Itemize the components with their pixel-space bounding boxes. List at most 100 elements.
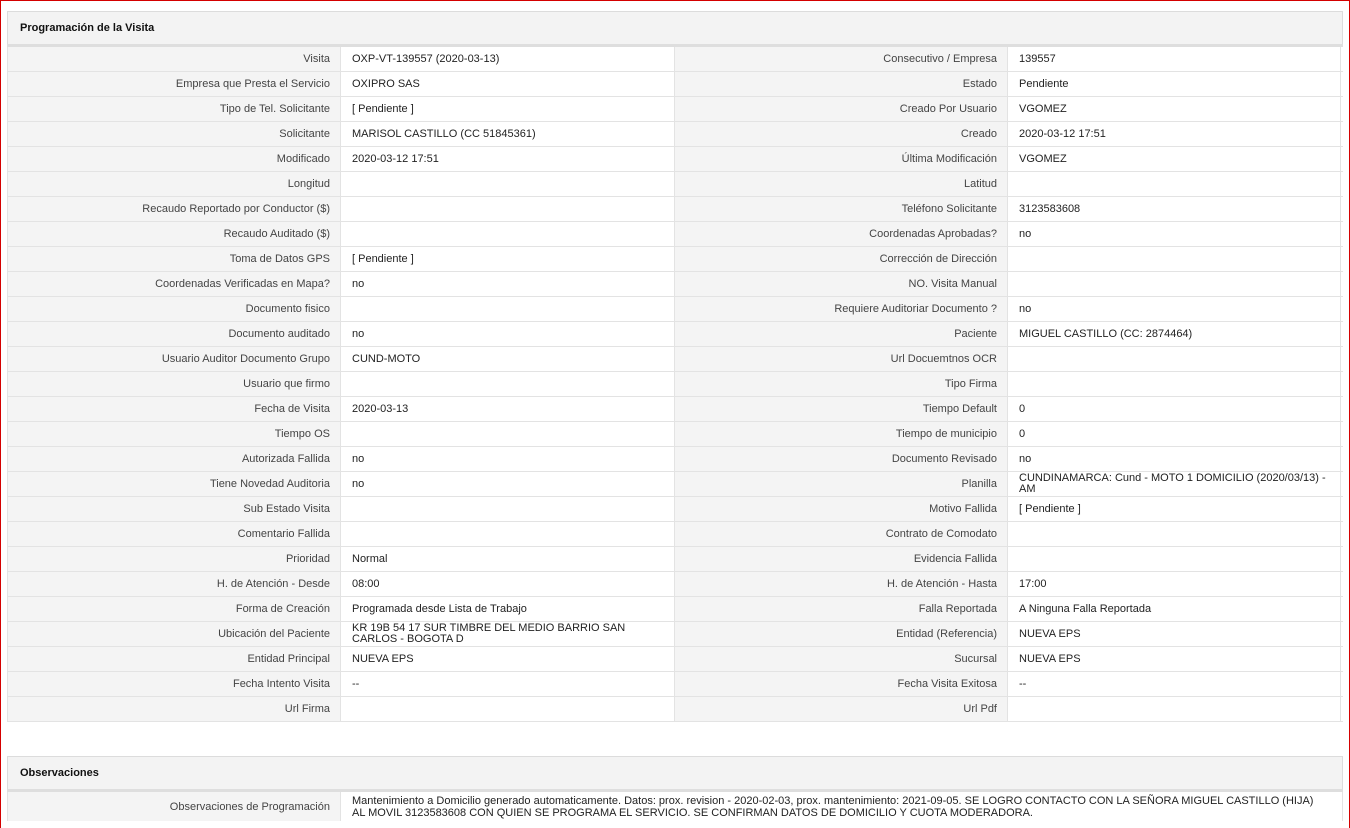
field-value: 08:00 [340, 572, 674, 596]
field-value: no [1007, 222, 1341, 246]
field-value: CUNDINAMARCA: Cund - MOTO 1 DOMICILIO (2… [1007, 472, 1341, 496]
field-label: Tipo Firma [674, 372, 1007, 396]
field-label: Modificado [7, 147, 340, 171]
table-row: Recaudo Auditado ($) Coordenadas Aprobada… [7, 222, 1343, 247]
field-label: NO. Visita Manual [674, 272, 1007, 296]
field-value: 2020-03-12 17:51 [1007, 122, 1341, 146]
table-row: Tiene Novedad Auditoria no Planilla CUNDIN… [7, 472, 1343, 497]
table-row: Recaudo Reportado por Conductor ($) Teléf… [7, 197, 1343, 222]
field-label: Tipo de Tel. Solicitante [7, 97, 340, 121]
field-label: Coordenadas Aprobadas? [674, 222, 1007, 246]
field-value: 139557 [1007, 47, 1341, 71]
field-value: no [340, 322, 674, 346]
field-label: Prioridad [7, 547, 340, 571]
field-label: Fecha Visita Exitosa [674, 672, 1007, 696]
field-label: Fecha Intento Visita [7, 672, 340, 696]
programacion-section: Programación de la Visita Visita OXP-VT-1… [7, 11, 1343, 722]
field-label: Entidad Principal [7, 647, 340, 671]
field-value: no [340, 472, 674, 496]
table-row: Ubicación del Paciente KR 19B 54 17 SUR T… [7, 622, 1343, 647]
table-row: Entidad Principal NUEVA EPS Sucursal NUEVA … [7, 647, 1343, 672]
field-label: Planilla [674, 472, 1007, 496]
field-label: Contrato de Comodato [674, 522, 1007, 546]
table-row: Tipo de Tel. Solicitante[ Pendiente ] Cre… [7, 97, 1343, 122]
field-label: Visita [7, 47, 340, 71]
field-value: Normal [340, 547, 674, 571]
field-label: Toma de Datos GPS [7, 247, 340, 271]
field-label: H. de Atención - Desde [7, 572, 340, 596]
field-value [340, 497, 674, 521]
field-value [340, 372, 674, 396]
field-label: Url Pdf [674, 697, 1007, 721]
field-label: Recaudo Reportado por Conductor ($) [7, 197, 340, 221]
programacion-table: Visita OXP-VT-139557 (2020-03-13) Consecut… [7, 47, 1343, 722]
observaciones-title: Observaciones [7, 756, 1343, 789]
field-value: MIGUEL CASTILLO (CC: 2874464) [1007, 322, 1341, 346]
table-row: Usuario que firmo Tipo Firma [7, 372, 1343, 397]
field-label: Motivo Fallida [674, 497, 1007, 521]
field-value: 17:00 [1007, 572, 1341, 596]
field-value [1007, 172, 1341, 196]
field-label: Creado Por Usuario [674, 97, 1007, 121]
field-label: Comentario Fallida [7, 522, 340, 546]
table-row: Usuario Auditor Documento Grupo CUND-MOTO… [7, 347, 1343, 372]
observaciones-row: Observaciones de Programación Mantenimie… [7, 792, 1343, 821]
field-value: NUEVA EPS [1007, 622, 1341, 646]
field-value: 0 [1007, 397, 1341, 421]
table-row: Solicitante MARISOL CASTILLO (CC 51845361… [7, 122, 1343, 147]
field-label: Sub Estado Visita [7, 497, 340, 521]
field-label: Fecha de Visita [7, 397, 340, 421]
field-label: Documento fisico [7, 297, 340, 321]
field-label: Usuario Auditor Documento Grupo [7, 347, 340, 371]
field-value [340, 197, 674, 221]
observaciones-section: Observaciones Observaciones de Programac… [7, 756, 1343, 821]
observaciones-value: Mantenimiento a Domicilio generado autom… [340, 792, 1343, 821]
table-row: Autorizada Fallida no Documento Revisado … [7, 447, 1343, 472]
field-label: Coordenadas Verificadas en Mapa? [7, 272, 340, 296]
table-row: Empresa que Presta el Servicio OXIPRO SAS… [7, 72, 1343, 97]
field-label: Falla Reportada [674, 597, 1007, 621]
field-label: Recaudo Auditado ($) [7, 222, 340, 246]
field-value [340, 172, 674, 196]
table-row: Documento fisico Requiere Auditoriar Docu… [7, 297, 1343, 322]
field-value [1007, 547, 1341, 571]
field-value [340, 222, 674, 246]
table-row: Sub Estado Visita Motivo Fallida[ Pendien… [7, 497, 1343, 522]
field-label: Autorizada Fallida [7, 447, 340, 471]
table-row: Modificado 2020-03-12 17:51 Última Modific… [7, 147, 1343, 172]
table-row: Coordenadas Verificadas en Mapa? no NO. V… [7, 272, 1343, 297]
field-value: no [340, 272, 674, 296]
field-value [340, 297, 674, 321]
field-value: NUEVA EPS [340, 647, 674, 671]
table-row: Fecha de Visita 2020-03-13 Tiempo Default… [7, 397, 1343, 422]
field-label: Entidad (Referencia) [674, 622, 1007, 646]
field-value: -- [1007, 672, 1341, 696]
field-label: Longitud [7, 172, 340, 196]
table-row: Visita OXP-VT-139557 (2020-03-13) Consecut… [7, 47, 1343, 72]
table-row: Fecha Intento Visita -- Fecha Visita Exit… [7, 672, 1343, 697]
field-value: [ Pendiente ] [1007, 497, 1341, 521]
table-row: Toma de Datos GPS[ Pendiente ] Corrección… [7, 247, 1343, 272]
field-value: 0 [1007, 422, 1341, 446]
field-value: KR 19B 54 17 SUR TIMBRE DEL MEDIO BARRIO… [340, 622, 674, 646]
field-value: OXP-VT-139557 (2020-03-13) [340, 47, 674, 71]
field-value: [ Pendiente ] [340, 247, 674, 271]
field-label: Corrección de Dirección [674, 247, 1007, 271]
field-label: Última Modificación [674, 147, 1007, 171]
table-row: Documento auditado no Paciente MIGUEL CAST… [7, 322, 1343, 347]
field-label: Consecutivo / Empresa [674, 47, 1007, 71]
field-value: MARISOL CASTILLO (CC 51845361) [340, 122, 674, 146]
field-label: Url Docuemtnos OCR [674, 347, 1007, 371]
field-value [340, 522, 674, 546]
table-row: Longitud Latitud [7, 172, 1343, 197]
field-label: Evidencia Fallida [674, 547, 1007, 571]
field-label: Estado [674, 72, 1007, 96]
field-label: Usuario que firmo [7, 372, 340, 396]
field-value: 2020-03-12 17:51 [340, 147, 674, 171]
table-row: H. de Atención - Desde 08:00 H. de Atenció… [7, 572, 1343, 597]
field-value: NUEVA EPS [1007, 647, 1341, 671]
field-value [1007, 372, 1341, 396]
table-row: Prioridad Normal Evidencia Fallida [7, 547, 1343, 572]
field-value: no [1007, 447, 1341, 471]
table-row: Url Firma Url Pdf [7, 697, 1343, 722]
